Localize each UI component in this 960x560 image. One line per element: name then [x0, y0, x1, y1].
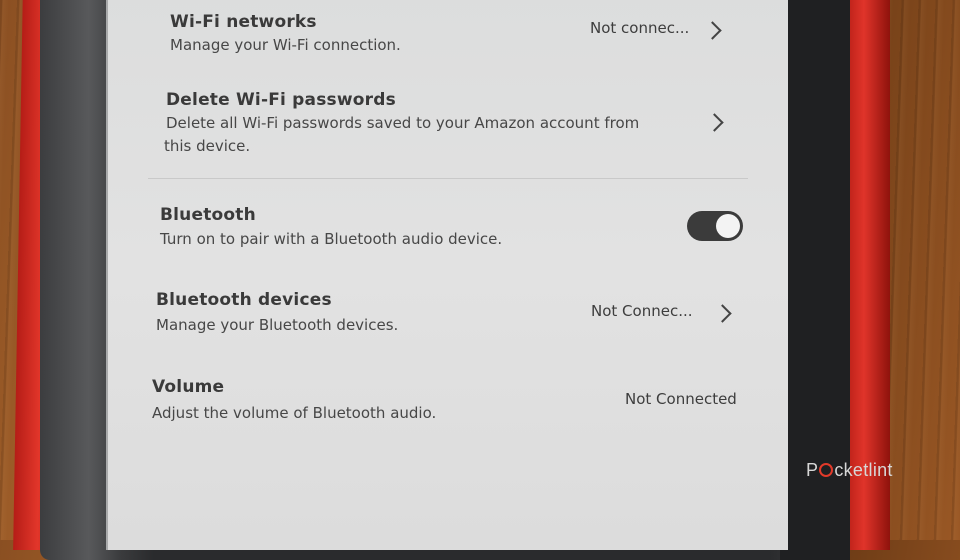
wifi-networks-description: Manage your Wi-Fi connection. [170, 36, 401, 54]
bluetooth-devices-title: Bluetooth devices [156, 290, 332, 310]
section-divider [148, 178, 748, 179]
volume-description: Adjust the volume of Bluetooth audio. [152, 404, 437, 422]
chevron-right-icon [703, 21, 722, 40]
bluetooth-devices-description: Manage your Bluetooth devices. [156, 316, 399, 334]
volume-row[interactable]: Volume Adjust the volume of Bluetooth au… [108, 372, 748, 432]
bluetooth-devices-status: Not Connec... [591, 302, 693, 320]
bluetooth-description: Turn on to pair with a Bluetooth audio d… [160, 230, 503, 248]
wifi-networks-status: Not connec... [590, 19, 690, 37]
wifi-networks-title: Wi-Fi networks [170, 12, 317, 32]
pocketlint-watermark-logo: Pcketlint [806, 460, 893, 480]
delete-wifi-passwords-description-line1: Delete all Wi-Fi passwords saved to your… [166, 114, 640, 132]
chevron-right-icon [713, 304, 732, 323]
delete-wifi-passwords-row[interactable]: Delete Wi-Fi passwords Delete all Wi-Fi … [108, 85, 748, 165]
power-icon [819, 463, 834, 477]
wifi-networks-row[interactable]: Wi-Fi networks Manage your Wi-Fi connect… [108, 0, 748, 70]
bluetooth-toggle[interactable] [687, 211, 743, 241]
bluetooth-row: Bluetooth Turn on to pair with a Bluetoo… [108, 200, 748, 260]
chevron-right-icon [705, 113, 724, 132]
bluetooth-title: Bluetooth [160, 205, 256, 225]
toggle-knob [716, 214, 740, 238]
delete-wifi-passwords-description-line2: this device. [164, 137, 251, 155]
volume-status: Not Connected [625, 390, 737, 408]
delete-wifi-passwords-title: Delete Wi-Fi passwords [166, 90, 396, 110]
bluetooth-devices-row[interactable]: Bluetooth devices Manage your Bluetooth … [108, 285, 748, 345]
kindle-screen: Wi-Fi networks Manage your Wi-Fi connect… [106, 0, 788, 550]
volume-title: Volume [152, 377, 225, 397]
